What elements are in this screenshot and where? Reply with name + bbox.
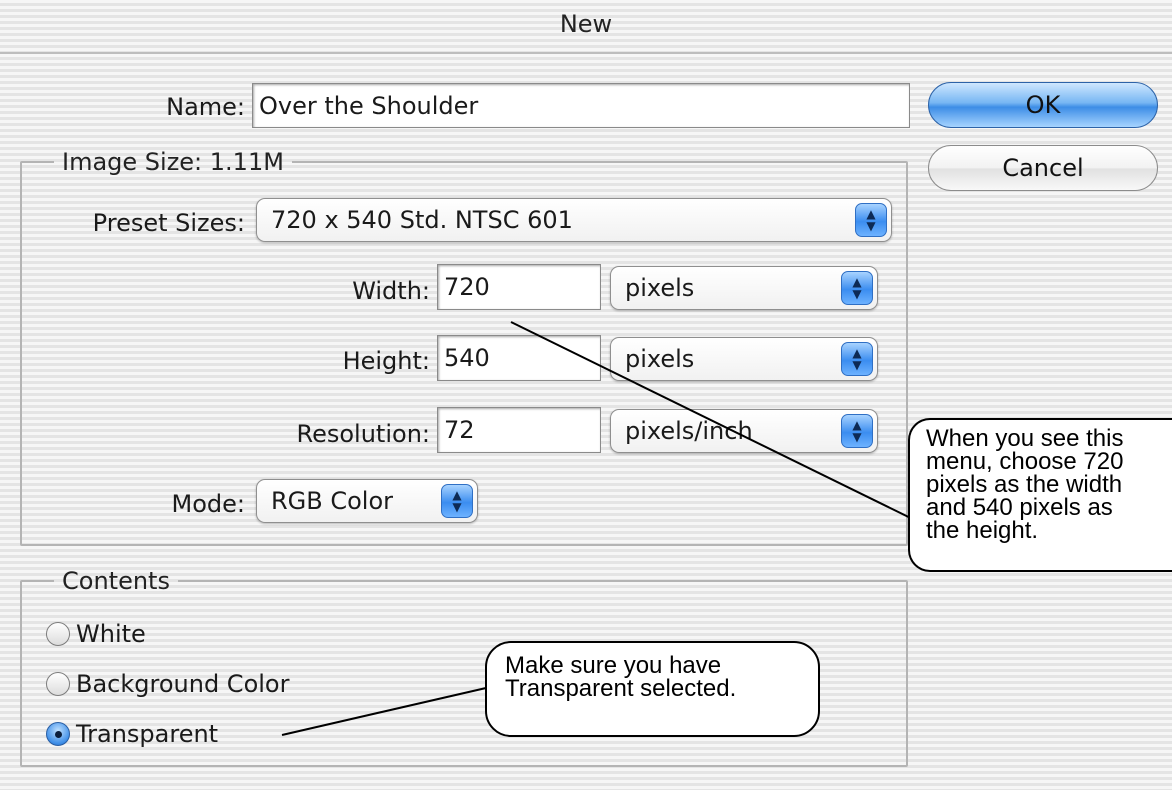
callout-line: menu, choose 720 — [926, 448, 1124, 475]
callout-line: the height. — [926, 517, 1039, 544]
callout-line: Make sure you have — [505, 652, 722, 679]
callout-line: When you see this — [926, 425, 1124, 452]
callout-line: Transparent selected. — [505, 675, 737, 702]
size-callout-leader — [510, 321, 936, 531]
transparent-callout-leader — [281, 687, 487, 736]
transparent-callout: Make sure you have Transparent selected. — [485, 641, 820, 737]
size-callout: When you see this menu, choose 720 pixel… — [908, 418, 1172, 572]
callout-line: pixels as the width — [926, 471, 1123, 498]
callout-line: and 540 pixels as — [926, 494, 1113, 521]
